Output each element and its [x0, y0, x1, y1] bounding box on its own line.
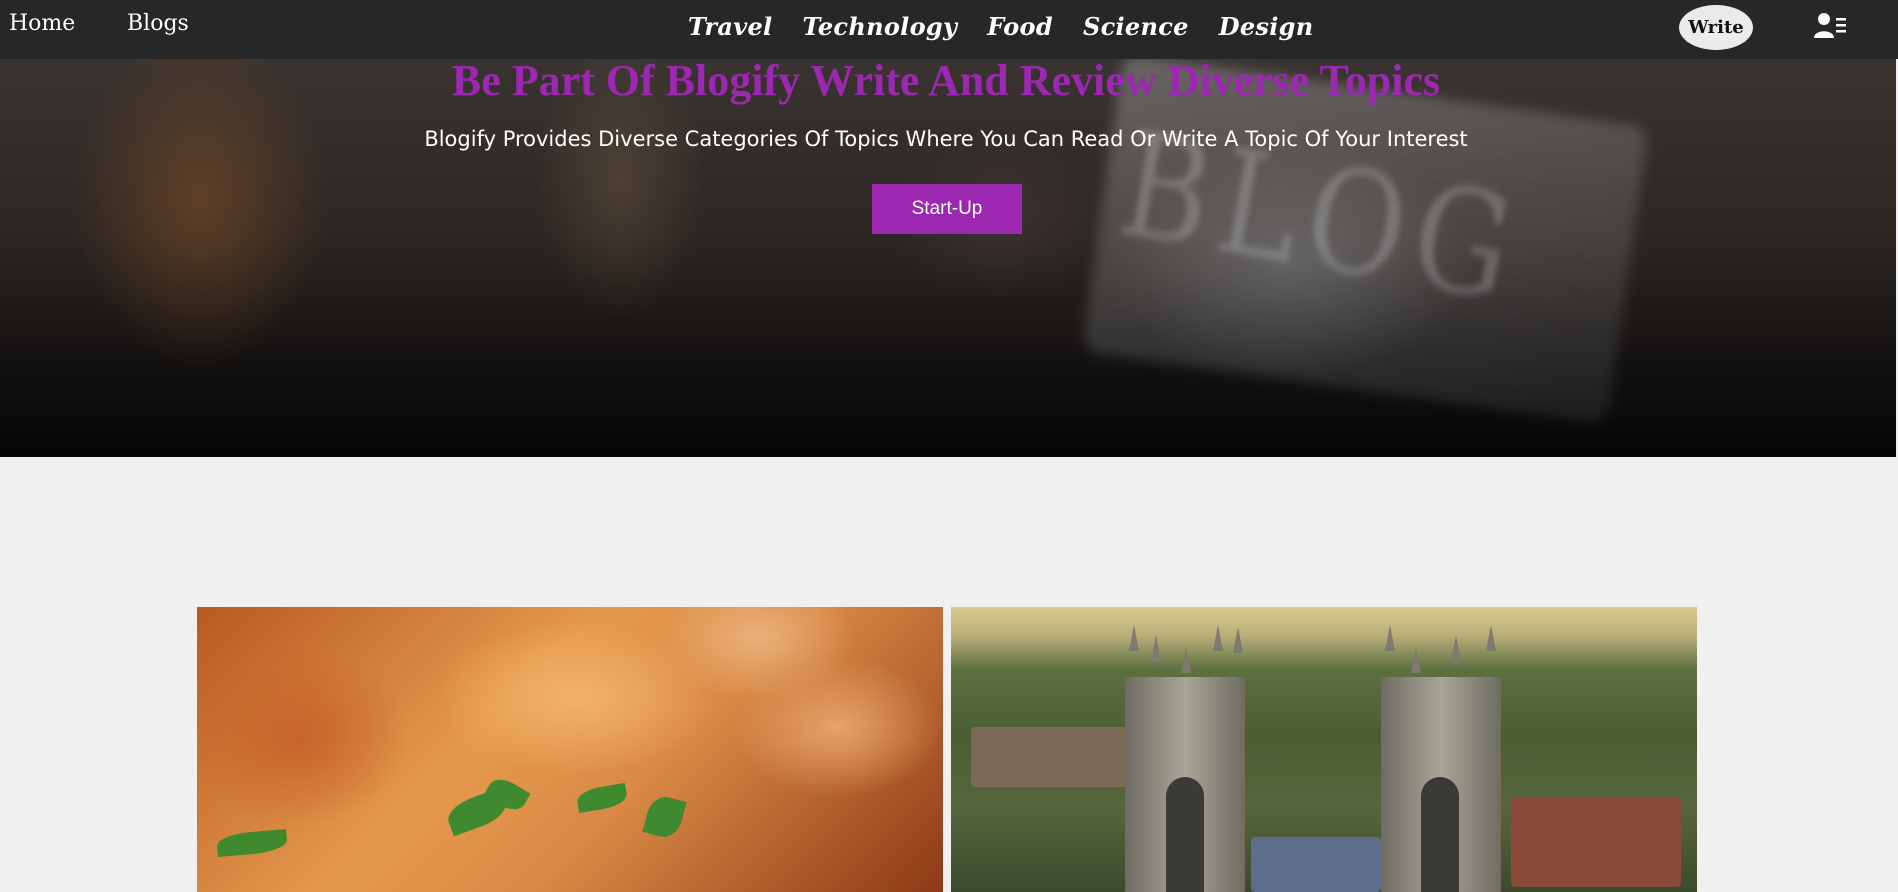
herb-garnish: [575, 782, 629, 814]
user-list-icon[interactable]: [1814, 12, 1848, 40]
cathedral-roof: [1251, 837, 1381, 892]
write-button[interactable]: Write: [1679, 5, 1753, 50]
hero-subtitle: Blogify Provides Diverse Categories Of T…: [424, 127, 1468, 151]
herb-garnish: [216, 828, 288, 858]
spire: [1151, 635, 1161, 661]
spire: [1451, 635, 1461, 661]
herb-garnish: [642, 793, 687, 841]
spire: [1486, 625, 1496, 651]
hero-banner: BLOG Be Part Of Blogify Write And Review…: [0, 59, 1896, 457]
city-rooftops: [1511, 797, 1681, 887]
hero-background-laptop: [1081, 59, 1649, 425]
spire: [1213, 625, 1223, 651]
category-science[interactable]: Science: [1083, 12, 1189, 41]
navbar: Home Blogs Travel Technology Food Scienc…: [0, 0, 1898, 59]
category-technology[interactable]: Technology: [802, 12, 957, 41]
category-design[interactable]: Design: [1219, 12, 1314, 41]
food-card-image[interactable]: [197, 607, 943, 892]
spire: [1129, 625, 1139, 651]
travel-card-image[interactable]: [951, 607, 1697, 892]
category-food[interactable]: Food: [987, 12, 1053, 41]
category-travel[interactable]: Travel: [688, 12, 772, 41]
spire: [1233, 627, 1243, 653]
city-rooftops: [971, 727, 1151, 787]
start-up-button[interactable]: Start-Up: [872, 184, 1022, 234]
spire: [1181, 647, 1191, 673]
cathedral-window: [1421, 777, 1459, 892]
spire: [1385, 625, 1395, 651]
cathedral-window: [1166, 777, 1204, 892]
nav-blogs-link[interactable]: Blogs: [127, 11, 189, 36]
nav-home-link[interactable]: Home: [9, 11, 75, 36]
spire: [1411, 647, 1421, 673]
category-menu: Travel Technology Food Science Design: [688, 12, 1343, 41]
hero-title: Be Part Of Blogify Write And Review Dive…: [451, 59, 1441, 105]
